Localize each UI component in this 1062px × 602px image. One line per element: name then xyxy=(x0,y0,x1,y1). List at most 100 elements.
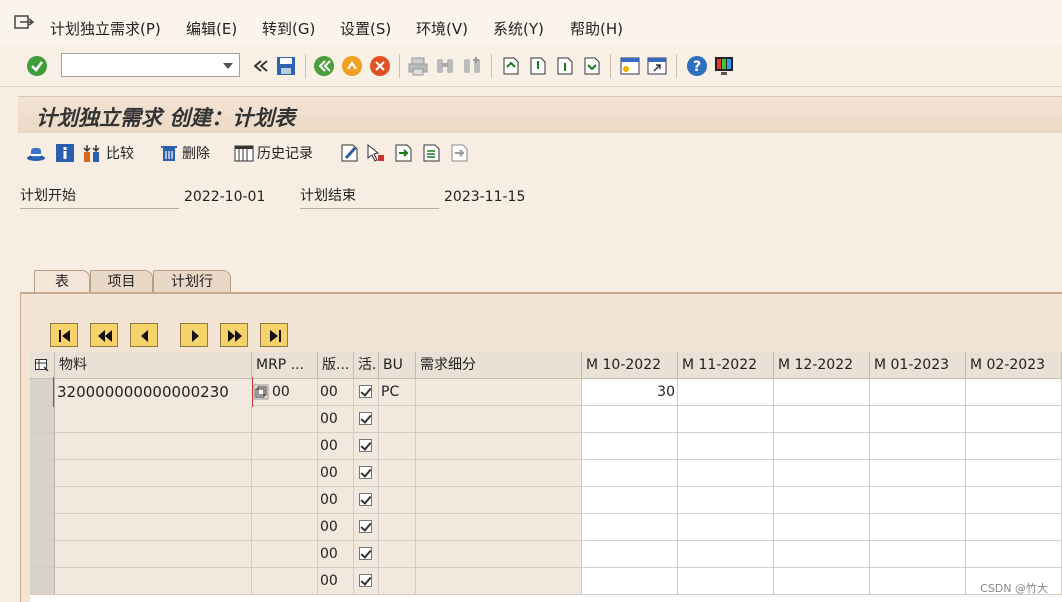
m10-2022-cell[interactable] xyxy=(582,433,678,460)
print-icon[interactable] xyxy=(407,55,429,77)
m12-2022-cell[interactable] xyxy=(774,460,870,487)
mrp-cell[interactable] xyxy=(252,487,318,514)
last-page-icon[interactable] xyxy=(581,55,603,77)
first-page-icon[interactable] xyxy=(500,55,522,77)
column-header-mrp[interactable]: MRP ... xyxy=(252,352,318,379)
material-cell[interactable]: 320000000000000230 xyxy=(55,379,252,406)
active-checkbox[interactable] xyxy=(359,574,372,587)
material-cell[interactable] xyxy=(55,433,252,460)
mrp-cell[interactable] xyxy=(252,433,318,460)
m10-2022-cell[interactable]: 30 xyxy=(582,379,678,406)
active-checkbox[interactable] xyxy=(359,493,372,506)
menu-settings[interactable]: 设置(S) xyxy=(340,18,391,39)
material-cell[interactable] xyxy=(55,514,252,541)
save-icon[interactable] xyxy=(275,55,297,77)
m12-2022-cell[interactable] xyxy=(774,379,870,406)
active-cell[interactable] xyxy=(354,514,379,541)
hat-button[interactable] xyxy=(26,142,46,164)
version-cell[interactable]: 00 xyxy=(318,487,354,514)
m12-2022-cell[interactable] xyxy=(774,487,870,514)
version-cell[interactable]: 00 xyxy=(318,514,354,541)
m11-2022-cell[interactable] xyxy=(678,379,774,406)
m12-2022-cell[interactable] xyxy=(774,406,870,433)
shortcut-icon[interactable] xyxy=(646,55,668,77)
first-column-button[interactable] xyxy=(50,323,78,347)
active-cell[interactable] xyxy=(354,541,379,568)
m01-2023-cell[interactable] xyxy=(870,568,966,595)
m12-2022-cell[interactable] xyxy=(774,568,870,595)
version-cell[interactable]: 00 xyxy=(318,379,354,406)
material-cell[interactable] xyxy=(55,406,252,433)
new-session-icon[interactable] xyxy=(619,55,641,77)
m12-2022-cell[interactable] xyxy=(774,541,870,568)
help-icon[interactable]: ? xyxy=(686,55,708,77)
req-segment-cell[interactable] xyxy=(416,460,582,487)
previous-page-icon[interactable] xyxy=(527,55,549,77)
active-cell[interactable] xyxy=(354,379,379,406)
column-header-active[interactable]: 活. xyxy=(354,352,379,379)
material-cell[interactable] xyxy=(55,460,252,487)
row-selector[interactable] xyxy=(30,568,55,595)
m01-2023-cell[interactable] xyxy=(870,460,966,487)
compare-button[interactable]: 比较 xyxy=(83,142,134,164)
mrp-cell[interactable] xyxy=(252,568,318,595)
row-selector[interactable] xyxy=(30,541,55,568)
m02-2023-cell[interactable] xyxy=(966,541,1062,568)
menu-plan-independent-req[interactable]: 计划独立需求(P) xyxy=(50,18,161,39)
menu-system[interactable]: 系统(Y) xyxy=(493,18,544,39)
previous-page-button[interactable] xyxy=(90,323,118,347)
active-cell[interactable] xyxy=(354,568,379,595)
m01-2023-cell[interactable] xyxy=(870,487,966,514)
active-checkbox[interactable] xyxy=(359,547,372,560)
back-icon[interactable] xyxy=(313,55,335,77)
column-header-m10-2022[interactable]: M 10-2022 xyxy=(582,352,678,379)
select-all-header[interactable] xyxy=(30,352,55,379)
row-selector[interactable] xyxy=(30,433,55,460)
enter-check-icon[interactable] xyxy=(26,55,48,77)
material-cell[interactable] xyxy=(55,568,252,595)
find-icon[interactable] xyxy=(434,55,456,77)
cancel-icon[interactable] xyxy=(369,55,391,77)
history-button[interactable]: 历史记录 xyxy=(234,142,313,164)
m11-2022-cell[interactable] xyxy=(678,541,774,568)
version-cell[interactable]: 00 xyxy=(318,568,354,595)
column-header-req-segment[interactable]: 需求细分 xyxy=(416,352,582,379)
command-field[interactable] xyxy=(61,53,240,77)
m02-2023-cell[interactable] xyxy=(966,487,1062,514)
column-header-version[interactable]: 版... xyxy=(318,352,354,379)
m01-2023-cell[interactable] xyxy=(870,514,966,541)
version-cell[interactable]: 00 xyxy=(318,433,354,460)
row-selector[interactable] xyxy=(30,487,55,514)
edit-doc-button[interactable] xyxy=(340,142,360,164)
m10-2022-cell[interactable] xyxy=(582,460,678,487)
exit-menu-icon[interactable] xyxy=(14,14,34,32)
next-column-button[interactable] xyxy=(180,323,208,347)
req-segment-cell[interactable] xyxy=(416,487,582,514)
mrp-cell[interactable] xyxy=(252,460,318,487)
req-segment-cell[interactable] xyxy=(416,514,582,541)
tab-table[interactable]: 表 xyxy=(34,270,90,293)
m11-2022-cell[interactable] xyxy=(678,406,774,433)
m02-2023-cell[interactable] xyxy=(966,379,1062,406)
mrp-cell[interactable] xyxy=(252,406,318,433)
command-input[interactable] xyxy=(64,55,218,77)
column-header-m02-2023[interactable]: M 02-2023 xyxy=(966,352,1062,379)
m12-2022-cell[interactable] xyxy=(774,433,870,460)
copy-icon[interactable] xyxy=(253,384,269,400)
find-next-icon[interactable] xyxy=(461,55,483,77)
active-cell[interactable] xyxy=(354,433,379,460)
doc-action-button-3[interactable] xyxy=(450,142,470,164)
active-checkbox[interactable] xyxy=(359,466,372,479)
row-selector[interactable] xyxy=(30,406,55,433)
req-segment-cell[interactable] xyxy=(416,433,582,460)
exit-icon[interactable] xyxy=(341,55,363,77)
version-cell[interactable]: 00 xyxy=(318,541,354,568)
m12-2022-cell[interactable] xyxy=(774,514,870,541)
m01-2023-cell[interactable] xyxy=(870,541,966,568)
column-header-material[interactable]: 物料 xyxy=(55,352,252,379)
m10-2022-cell[interactable] xyxy=(582,541,678,568)
doc-action-button-2[interactable] xyxy=(422,142,442,164)
active-cell[interactable] xyxy=(354,460,379,487)
previous-column-button[interactable] xyxy=(130,323,158,347)
menu-goto[interactable]: 转到(G) xyxy=(262,18,315,39)
